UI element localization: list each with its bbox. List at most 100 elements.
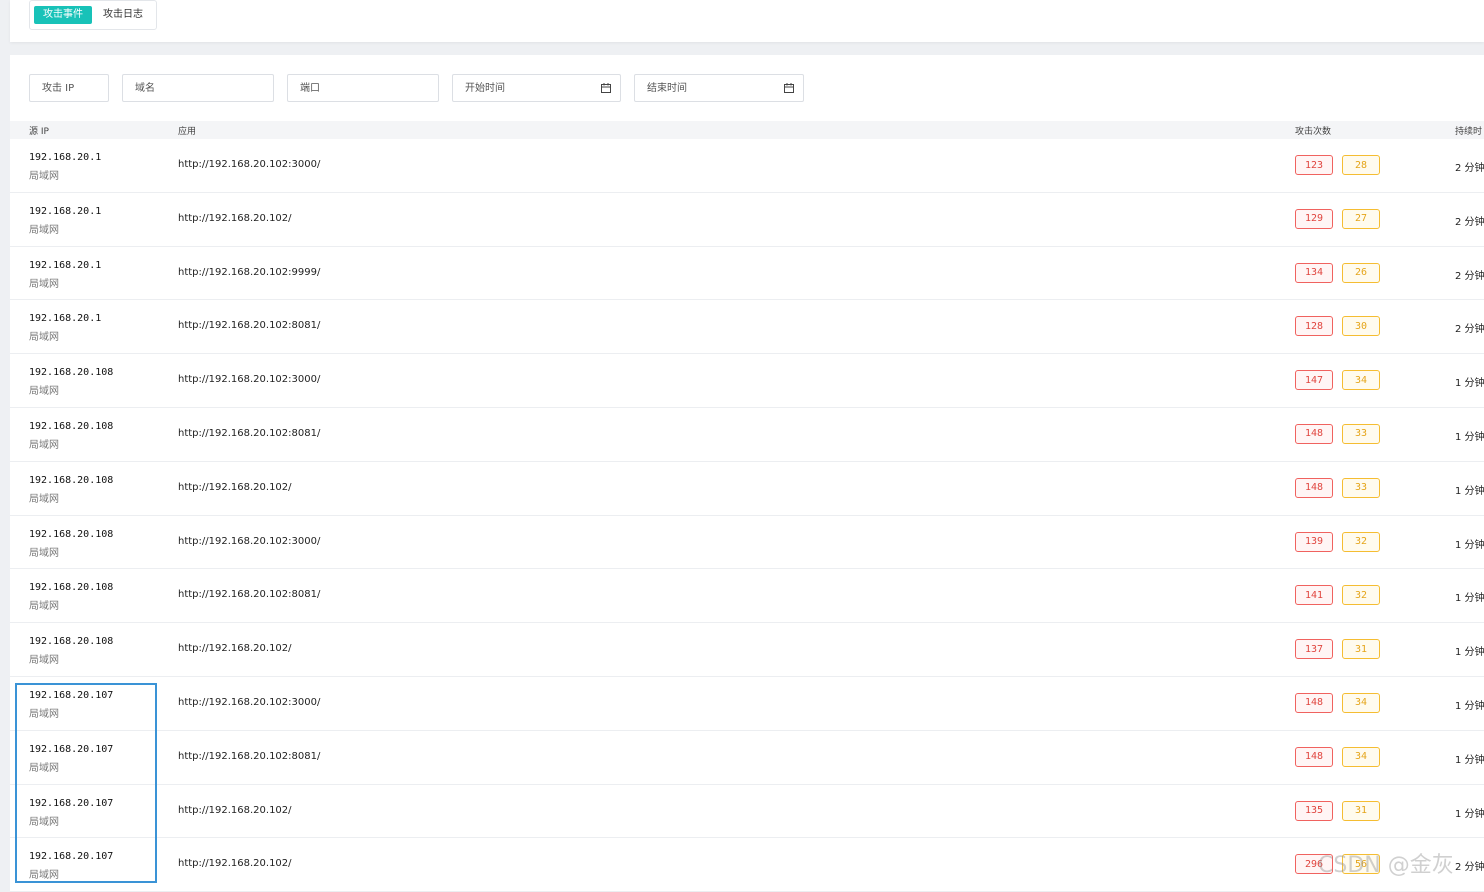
network-label: 局域网 [29, 278, 59, 290]
table-row[interactable]: 192.168.20.108 局域网 http://192.168.20.102:8… [10, 569, 1484, 624]
start-time-input[interactable] [463, 81, 620, 95]
table-row[interactable]: 192.168.20.108 局域网 http://192.168.20.102/1… [10, 462, 1484, 516]
top-bar: 攻击事件 攻击日志 [10, 0, 1484, 42]
duration: 2 分钟 [1455, 324, 1484, 336]
domain-input[interactable] [133, 81, 273, 95]
table-row[interactable]: 192.168.20.107 局域网 http://192.168.20.102/2… [10, 838, 1484, 892]
secondary-count-badge: 33 [1342, 477, 1380, 498]
app-url: http://192.168.20.102/ [178, 858, 292, 870]
start-time-field [452, 74, 621, 102]
attack-count-badge: 141 [1295, 585, 1333, 606]
attack-count-badge: 148 [1295, 746, 1333, 767]
events-card: 源 IP 应用 攻击次数 持续时 192.168.20.1 局域网 http://1… [10, 55, 1484, 892]
duration: 1 分钟 [1455, 485, 1484, 497]
header-attack-count: 攻击次数 [1295, 127, 1332, 137]
app-url: http://192.168.20.102:3000/ [178, 535, 321, 547]
duration: 1 分钟 [1455, 431, 1484, 443]
port-field [287, 74, 439, 102]
calendar-icon[interactable] [784, 83, 794, 93]
app-url: http://192.168.20.102:3000/ [178, 159, 321, 170]
network-label: 局域网 [29, 332, 59, 344]
tab-group: 攻击事件 攻击日志 [29, 0, 157, 30]
secondary-count-badge: 56 [1342, 854, 1380, 875]
app-url: http://192.168.20.102/ [178, 481, 292, 493]
secondary-count-badge: 34 [1342, 370, 1380, 391]
secondary-count-badge: 27 [1342, 208, 1380, 229]
attack-count-badge: 148 [1295, 423, 1333, 444]
attack-count-badge: 296 [1295, 854, 1333, 875]
secondary-count-badge: 32 [1342, 531, 1380, 552]
app-url: http://192.168.20.102:8081/ [178, 589, 321, 601]
network-label: 局域网 [29, 547, 59, 559]
network-label: 局域网 [29, 439, 59, 451]
table-row[interactable]: 192.168.20.108 局域网 http://192.168.20.102:3… [10, 354, 1484, 408]
secondary-count-badge: 32 [1342, 585, 1380, 606]
table-row[interactable]: 192.168.20.1 局域网 http://192.168.20.102:808… [10, 300, 1484, 355]
header-app: 应用 [178, 127, 197, 137]
table-body: 192.168.20.1 局域网 http://192.168.20.102:300… [10, 139, 1484, 892]
table-row[interactable]: 192.168.20.1 局域网 http://192.168.20.102/129… [10, 193, 1484, 247]
attack-count-badge: 148 [1295, 477, 1333, 498]
network-label: 局域网 [29, 708, 59, 720]
secondary-count-badge: 28 [1342, 155, 1380, 175]
table-row[interactable]: 192.168.20.108 局域网 http://192.168.20.102/1… [10, 623, 1484, 677]
secondary-count-badge: 33 [1342, 423, 1380, 444]
table-row[interactable]: 192.168.20.108 局域网 http://192.168.20.102:8… [10, 408, 1484, 462]
table-row[interactable]: 192.168.20.107 局域网 http://192.168.20.102/1… [10, 785, 1484, 839]
attack-ip-input[interactable] [40, 81, 108, 95]
attack-count-badge: 134 [1295, 262, 1333, 283]
network-label: 局域网 [29, 870, 59, 882]
attack-count-badge: 139 [1295, 531, 1333, 552]
duration: 1 分钟 [1455, 647, 1484, 659]
source-ip: 192.168.20.1 [29, 313, 102, 325]
network-label: 局域网 [29, 224, 59, 236]
table-row[interactable]: 192.168.20.108 局域网 http://192.168.20.102:3… [10, 516, 1484, 570]
end-time-input[interactable] [645, 81, 803, 95]
source-ip: 192.168.20.108 [29, 420, 114, 432]
app-url: http://192.168.20.102/ [178, 643, 292, 655]
tab-attack-logs[interactable]: 攻击日志 [94, 6, 152, 24]
port-input[interactable] [298, 81, 438, 95]
app-url: http://192.168.20.102/ [178, 804, 292, 816]
attack-count-badge: 129 [1295, 208, 1333, 229]
duration: 1 分钟 [1455, 808, 1484, 820]
network-label: 局域网 [29, 386, 59, 398]
source-ip: 192.168.20.107 [29, 851, 114, 863]
app-url: http://192.168.20.102:8081/ [178, 750, 321, 762]
source-ip: 192.168.20.107 [29, 743, 114, 755]
secondary-count-badge: 34 [1342, 746, 1380, 767]
duration: 2 分钟 [1455, 862, 1484, 874]
source-ip: 192.168.20.1 [29, 152, 102, 163]
duration: 1 分钟 [1455, 593, 1484, 605]
attack-count-badge: 148 [1295, 692, 1333, 713]
network-label: 局域网 [29, 762, 59, 774]
end-time-field [634, 74, 804, 102]
network-label: 局域网 [29, 493, 59, 505]
attack-count-badge: 123 [1295, 155, 1333, 175]
app-url: http://192.168.20.102:9999/ [178, 266, 321, 278]
source-ip: 192.168.20.108 [29, 474, 114, 486]
secondary-count-badge: 31 [1342, 639, 1380, 660]
calendar-icon[interactable] [601, 83, 611, 93]
header-duration: 持续时 [1455, 127, 1483, 137]
source-ip: 192.168.20.108 [29, 582, 114, 594]
tab-attack-events[interactable]: 攻击事件 [34, 6, 92, 24]
duration: 1 分钟 [1455, 378, 1484, 390]
table-row[interactable]: 192.168.20.107 局域网 http://192.168.20.102:8… [10, 731, 1484, 785]
table-row[interactable]: 192.168.20.1 局域网 http://192.168.20.102:999… [10, 247, 1484, 301]
duration: 1 分钟 [1455, 700, 1484, 712]
duration: 2 分钟 [1455, 163, 1484, 174]
secondary-count-badge: 26 [1342, 262, 1380, 283]
source-ip: 192.168.20.108 [29, 367, 114, 379]
table-row[interactable]: 192.168.20.1 局域网 http://192.168.20.102:300… [10, 139, 1484, 193]
app-url: http://192.168.20.102:8081/ [178, 320, 321, 332]
source-ip: 192.168.20.1 [29, 205, 102, 217]
source-ip: 192.168.20.107 [29, 689, 114, 701]
source-ip: 192.168.20.1 [29, 259, 102, 271]
source-ip: 192.168.20.108 [29, 636, 114, 648]
network-label: 局域网 [29, 655, 59, 667]
attack-count-badge: 147 [1295, 370, 1333, 391]
source-ip: 192.168.20.107 [29, 797, 114, 809]
app-url: http://192.168.20.102:3000/ [178, 374, 321, 386]
table-row[interactable]: 192.168.20.107 局域网 http://192.168.20.102:3… [10, 677, 1484, 731]
